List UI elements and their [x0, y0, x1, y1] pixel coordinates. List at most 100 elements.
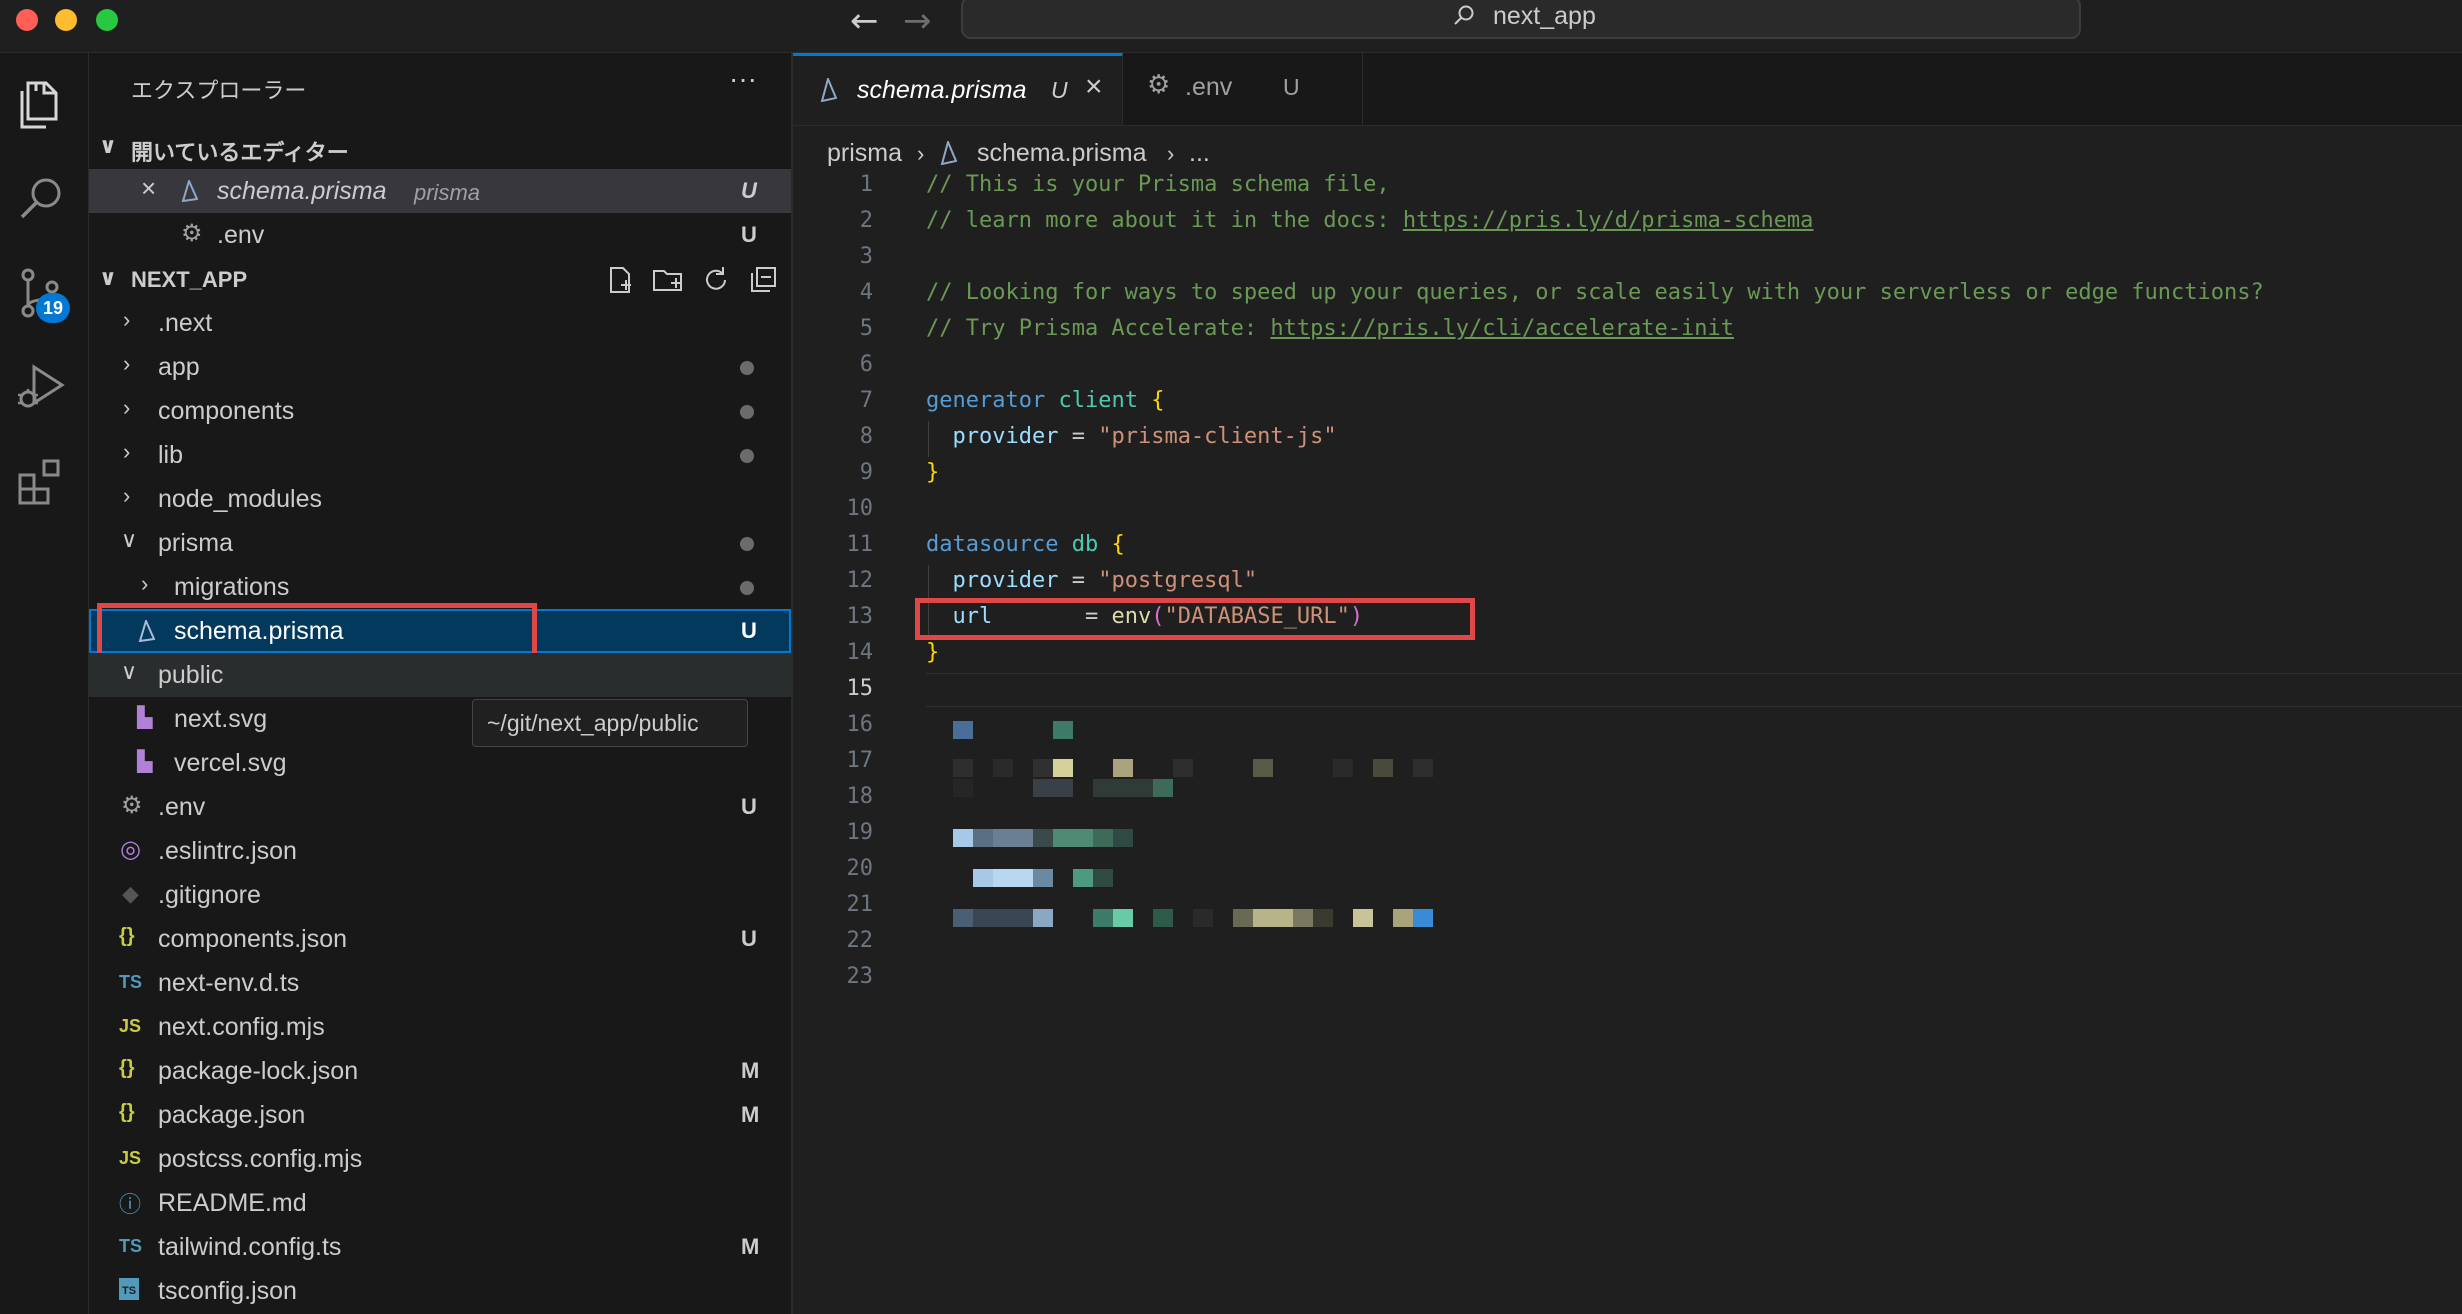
explorer-sidebar: エクスプローラー ··· ∨ 開いているエディター × schema.prism… — [89, 53, 793, 1314]
tree-item-label: lib — [158, 441, 184, 469]
chevron-right-icon: › — [917, 141, 925, 166]
chevron-right-icon: › — [123, 395, 131, 420]
project-title: NEXT_APP — [131, 267, 248, 292]
git-status-badge: U — [741, 222, 757, 247]
source-control-icon[interactable]: 19 — [14, 265, 70, 323]
tree-item-folder[interactable]: › lib — [89, 433, 791, 477]
run-debug-icon[interactable] — [14, 359, 70, 415]
json-icon: {} — [119, 925, 135, 947]
chevron-right-icon: › — [123, 307, 131, 332]
highlight-annotation — [915, 598, 1475, 640]
line-number: 2 — [859, 208, 873, 233]
docs-link[interactable]: https://pris.ly/d/prisma-schema — [1403, 208, 1814, 233]
refresh-icon[interactable] — [701, 265, 731, 295]
tree-item-file[interactable]: ⓘ README.md — [89, 1181, 791, 1225]
indent-guide — [928, 421, 929, 457]
tree-item-file[interactable]: {} package.json M — [89, 1093, 791, 1137]
code-line: // Looking for ways to speed up your que… — [926, 280, 2264, 305]
line-number: 21 — [846, 892, 874, 917]
close-icon[interactable]: × — [141, 173, 156, 204]
tree-item-label: .gitignore — [158, 881, 261, 909]
tree-item-file[interactable]: ◆ .gitignore — [89, 873, 791, 917]
json-icon: {} — [119, 1101, 135, 1123]
close-icon[interactable]: × — [1085, 70, 1103, 104]
tree-item-folder[interactable]: › node_modules — [89, 477, 791, 521]
new-file-icon[interactable] — [605, 265, 635, 295]
tree-item-folder[interactable]: › app — [89, 345, 791, 389]
tab-schema-prisma[interactable]: schema.prisma U × — [793, 53, 1123, 125]
tree-item-file[interactable]: ◎ .eslintrc.json — [89, 829, 791, 873]
tsconfig-icon: TS — [119, 1278, 139, 1300]
modified-dot — [740, 361, 754, 375]
tree-item-label: public — [158, 661, 224, 689]
tree-item-file[interactable]: {} package-lock.json M — [89, 1049, 791, 1093]
tree-item-file[interactable]: {} components.json U — [89, 917, 791, 961]
breadcrumb-file[interactable]: schema.prisma — [977, 139, 1147, 168]
chevron-down-icon: ∨ — [121, 527, 138, 552]
tree-item-label: components — [158, 397, 295, 425]
tree-item-label: migrations — [174, 573, 290, 601]
open-editors-title: 開いているエディター — [131, 140, 349, 165]
chevron-right-icon: › — [1167, 141, 1175, 166]
tree-item-file[interactable]: JS postcss.config.mjs — [89, 1137, 791, 1181]
tree-item-label: components.json — [158, 925, 348, 953]
chevron-down-icon: ∨ — [121, 659, 138, 684]
search-icon[interactable] — [14, 171, 70, 227]
command-center[interactable]: next_app — [961, 0, 2081, 39]
modified-dot — [740, 405, 754, 419]
explorer-icon[interactable] — [14, 75, 70, 131]
tab-label: schema.prisma — [857, 76, 1027, 104]
collapse-all-icon[interactable] — [748, 265, 778, 295]
open-editor-item[interactable]: × schema.prisma prisma U — [89, 169, 791, 213]
tree-item-label: package-lock.json — [158, 1057, 359, 1085]
open-editors-header[interactable]: ∨ 開いているエディター — [89, 125, 791, 169]
tree-item-label: README.md — [158, 1189, 307, 1217]
code-line: provider = "postgresql" — [952, 568, 1258, 593]
tree-item-file[interactable]: TS tsconfig.json — [89, 1269, 791, 1313]
tree-item-folder[interactable]: ∨ public — [89, 653, 791, 697]
tab-label: .env — [1185, 73, 1233, 101]
close-window-button[interactable] — [16, 9, 38, 31]
line-number: 4 — [859, 280, 873, 305]
tree-item-folder[interactable]: ∨ prisma — [89, 521, 791, 565]
accelerate-link[interactable]: https://pris.ly/cli/accelerate-init — [1270, 316, 1734, 341]
line-number: 19 — [846, 820, 874, 845]
tree-item-folder[interactable]: › components — [89, 389, 791, 433]
line-number: 22 — [846, 928, 874, 953]
editor-tabs: schema.prisma U × ⚙ .env U — [793, 53, 2462, 126]
open-editor-item[interactable]: ⚙ .env U — [89, 213, 791, 257]
scm-count-badge: 19 — [36, 293, 70, 323]
tree-item-label: prisma — [158, 529, 234, 557]
open-editor-desc: prisma — [414, 180, 481, 205]
tree-item-label: .env — [158, 793, 206, 821]
back-arrow-icon[interactable]: ← — [850, 1, 879, 41]
project-header[interactable]: ∨ NEXT_APP — [89, 257, 791, 301]
code-line: provider = "prisma-client-js" — [952, 424, 1337, 449]
minimize-window-button[interactable] — [55, 9, 77, 31]
new-folder-icon[interactable] — [652, 265, 684, 295]
more-actions-icon[interactable]: ··· — [729, 63, 757, 95]
tree-item-label: node_modules — [158, 485, 323, 513]
tree-item-file[interactable]: TS tailwind.config.ts M — [89, 1225, 791, 1269]
tree-item-file[interactable]: JS next.config.mjs — [89, 1005, 791, 1049]
tab-env[interactable]: ⚙ .env U — [1123, 53, 1363, 125]
line-number: 15 — [846, 676, 874, 701]
typescript-icon: TS — [119, 1236, 143, 1256]
breadcrumb-more[interactable]: ... — [1189, 139, 1210, 168]
tree-item-file[interactable]: TS next-env.d.ts — [89, 961, 791, 1005]
line-number: 18 — [846, 784, 874, 809]
forward-arrow-icon[interactable]: → — [903, 1, 932, 41]
tree-item-file[interactable]: ▙ vercel.svg — [89, 741, 791, 785]
maximize-window-button[interactable] — [96, 9, 118, 31]
git-status-badge: M — [741, 1058, 760, 1083]
extensions-icon[interactable] — [14, 455, 70, 511]
line-number: 23 — [846, 964, 874, 989]
tree-item-label: tailwind.config.ts — [158, 1233, 342, 1261]
tab-status: U — [1283, 74, 1300, 100]
breadcrumb-folder[interactable]: prisma — [827, 139, 902, 168]
tree-item-folder[interactable]: › .next — [89, 301, 791, 345]
code-line: // learn more about it in the docs: http… — [926, 208, 1814, 233]
tree-item-label: next.svg — [174, 705, 268, 733]
tree-item-file[interactable]: ⚙ .env U — [89, 785, 791, 829]
title-bar: ← → next_app — [0, 0, 2462, 53]
